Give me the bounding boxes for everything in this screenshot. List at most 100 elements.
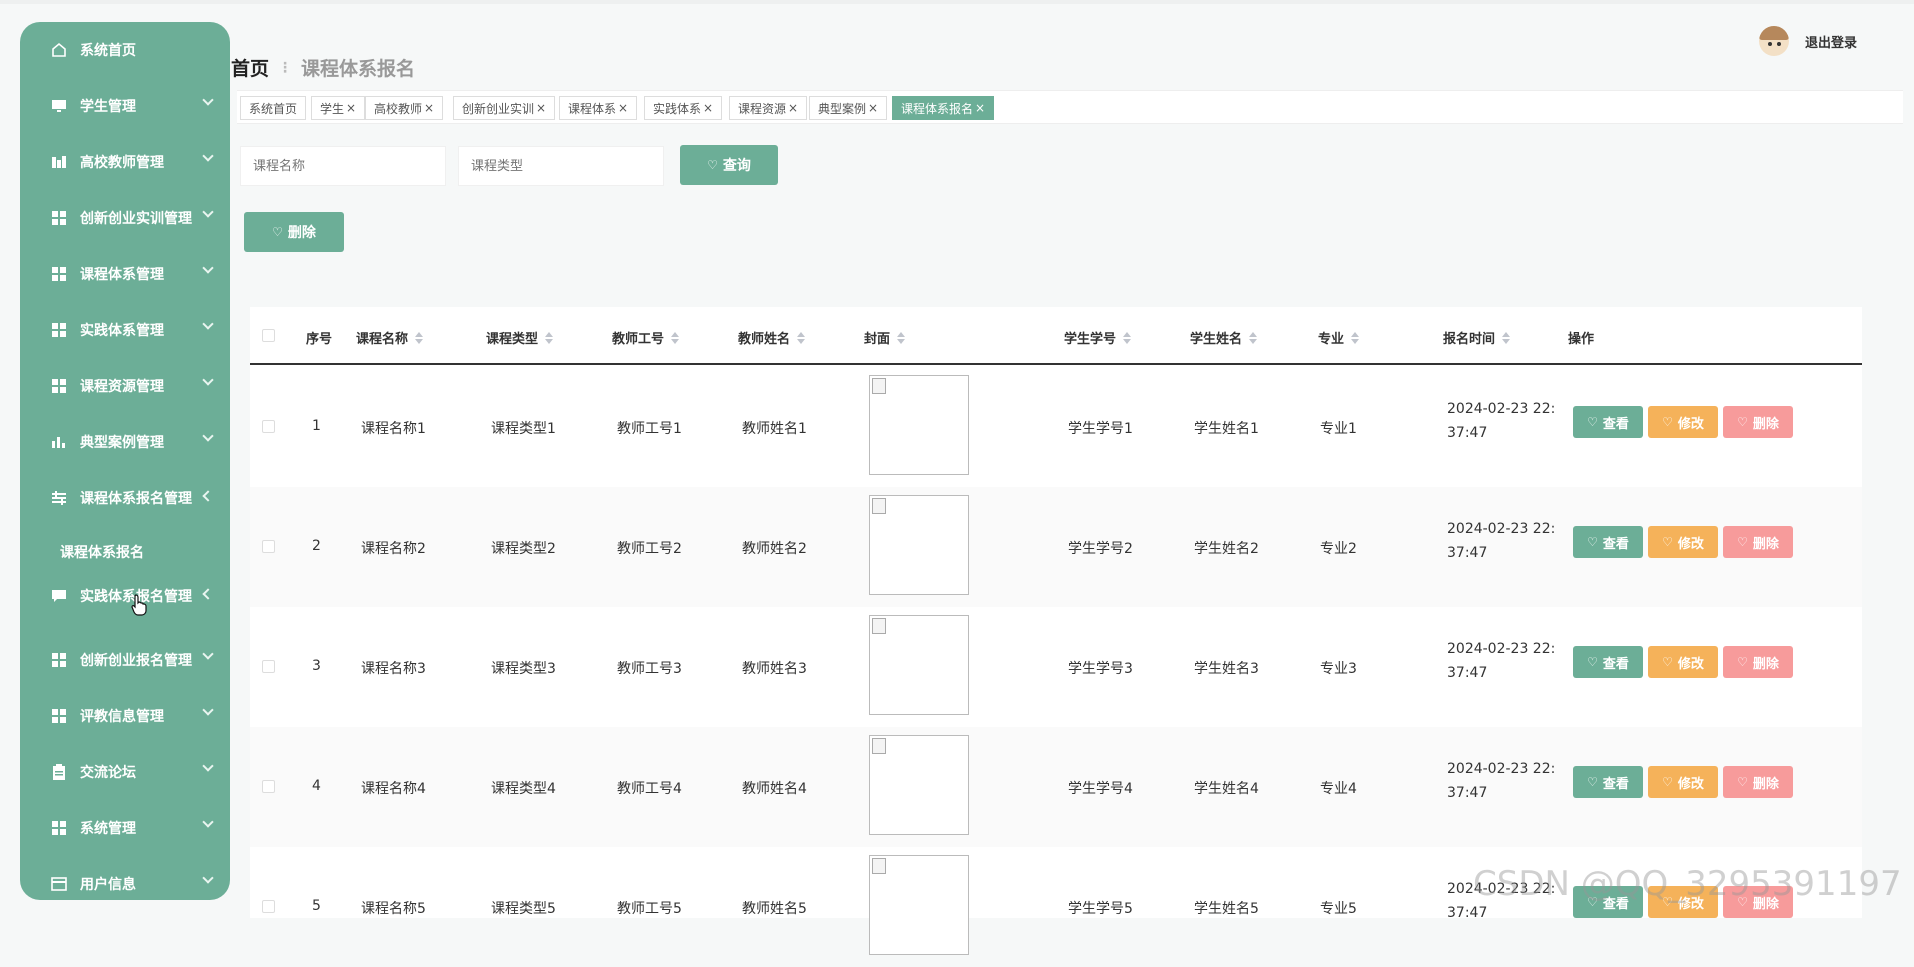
edit-button[interactable]: ♡ 修改 xyxy=(1648,646,1718,678)
chevron-down-icon xyxy=(202,430,214,442)
view-button[interactable]: ♡ 查看 xyxy=(1573,766,1643,798)
close-icon[interactable]: × xyxy=(536,101,546,115)
header-student-name[interactable]: 学生姓名 xyxy=(1190,328,1258,347)
view-button[interactable]: ♡ 查看 xyxy=(1573,646,1643,678)
tab-course-signup[interactable]: 课程体系报名 × xyxy=(892,96,995,120)
query-button[interactable]: ♡ 查询 xyxy=(680,145,778,185)
sort-icon[interactable] xyxy=(1249,331,1258,344)
sort-icon[interactable] xyxy=(545,331,554,344)
close-icon[interactable]: × xyxy=(346,101,356,115)
header-teacher-name[interactable]: 教师姓名 xyxy=(738,328,806,347)
close-icon[interactable]: × xyxy=(424,101,434,115)
course-name-input[interactable] xyxy=(240,146,446,186)
sort-icon[interactable] xyxy=(671,331,680,344)
close-icon[interactable]: × xyxy=(703,101,713,115)
header-signup-time[interactable]: 报名时间 xyxy=(1443,328,1511,347)
close-icon[interactable]: × xyxy=(788,101,798,115)
header-course-name[interactable]: 课程名称 xyxy=(356,328,424,347)
breadcrumb-home[interactable]: 首页 xyxy=(231,54,269,81)
avatar[interactable] xyxy=(1759,26,1789,56)
grid-icon xyxy=(50,209,68,227)
sidebar-item-innovation-training[interactable]: 创新创业实训管理 xyxy=(20,190,230,246)
course-type-input[interactable] xyxy=(458,146,664,186)
sort-icon[interactable] xyxy=(1123,331,1132,344)
hand-cursor-icon xyxy=(131,594,147,616)
time-line: 37:47 xyxy=(1447,545,1488,561)
sidebar-item-typical-case[interactable]: 典型案例管理 xyxy=(20,414,230,470)
sidebar-item-student[interactable]: 学生管理 xyxy=(20,78,230,134)
sidebar-item-forum[interactable]: 交流论坛 xyxy=(20,744,230,800)
select-all-checkbox[interactable] xyxy=(262,329,275,342)
tab-innovation-training[interactable]: 创新创业实训 × xyxy=(453,96,556,120)
sidebar-item-evaluation[interactable]: 评教信息管理 xyxy=(20,688,230,744)
view-button[interactable]: ♡ 查看 xyxy=(1573,526,1643,558)
row-checkbox[interactable] xyxy=(262,660,275,673)
sort-icon[interactable] xyxy=(1351,331,1360,344)
sort-icon[interactable] xyxy=(797,331,806,344)
close-icon[interactable]: × xyxy=(975,101,985,115)
sidebar-item-user-info[interactable]: 用户信息 xyxy=(20,856,230,900)
close-icon[interactable]: × xyxy=(618,101,628,115)
cell-course-name: 课程名称2 xyxy=(361,541,426,557)
header-teacher-id[interactable]: 教师工号 xyxy=(612,328,680,347)
header-cover[interactable]: 封面 xyxy=(864,328,906,347)
delete-button[interactable]: ♡ 删除 xyxy=(1723,406,1793,438)
tab-student[interactable]: 学生 × xyxy=(311,96,366,120)
batch-delete-button[interactable]: ♡ 删除 xyxy=(244,212,344,252)
sort-icon[interactable] xyxy=(897,331,906,344)
time-line: 37:47 xyxy=(1447,785,1488,801)
delete-button[interactable]: ♡ 删除 xyxy=(1723,646,1793,678)
grid-icon xyxy=(50,321,68,339)
header-student-id[interactable]: 学生学号 xyxy=(1064,328,1132,347)
tab-practice-system[interactable]: 实践体系 × xyxy=(644,96,723,120)
tab-label: 高校教师 xyxy=(374,101,423,116)
sidebar-item-teacher[interactable]: 高校教师管理 xyxy=(20,134,230,190)
sidebar-item-course-system[interactable]: 课程体系管理 xyxy=(20,246,230,302)
row-checkbox[interactable] xyxy=(262,900,275,913)
cell-course-name: 课程名称1 xyxy=(361,421,426,437)
sidebar-item-label: 用户信息 xyxy=(80,877,136,893)
row-checkbox[interactable] xyxy=(262,780,275,793)
sidebar-item-practice-signup[interactable]: 实践体系报名管理 xyxy=(20,568,230,624)
cell-index: 2 xyxy=(312,538,321,554)
logout-button[interactable]: 退出登录 xyxy=(1805,32,1857,51)
cell-signup-time: 2024-02-23 22: 37:47 xyxy=(1447,397,1557,445)
view-button[interactable]: ♡ 查看 xyxy=(1573,406,1643,438)
cell-course-type: 课程类型3 xyxy=(491,661,556,677)
delete-button[interactable]: ♡ 删除 xyxy=(1723,526,1793,558)
row-checkbox[interactable] xyxy=(262,420,275,433)
sort-icon[interactable] xyxy=(415,331,424,344)
cell-major: 专业1 xyxy=(1320,421,1357,437)
chevron-down-icon xyxy=(202,816,214,828)
view-label: 查看 xyxy=(1602,656,1629,672)
tab-teacher[interactable]: 高校教师 × xyxy=(365,96,444,120)
sidebar-item-label: 创新创业报名管理 xyxy=(80,653,192,669)
sidebar-item-course-resource[interactable]: 课程资源管理 xyxy=(20,358,230,414)
tab-course-resource[interactable]: 课程资源 × xyxy=(729,96,808,120)
chevron-down-icon xyxy=(202,206,214,218)
sidebar-item-home[interactable]: 系统首页 xyxy=(20,22,230,78)
sidebar-item-innovation-signup[interactable]: 创新创业报名管理 xyxy=(20,632,230,688)
tab-home[interactable]: 系统首页 xyxy=(240,96,307,120)
sidebar: 系统首页 学生管理 高校教师管理 创新创业实训管理 课程体系管理 实践体系管理 … xyxy=(20,22,230,900)
header-major[interactable]: 专业 xyxy=(1318,328,1360,347)
cell-course-name: 课程名称3 xyxy=(361,661,426,677)
edit-label: 修改 xyxy=(1677,776,1704,792)
delete-label: 删除 xyxy=(1752,416,1779,432)
row-checkbox[interactable] xyxy=(262,540,275,553)
submenu-item-course-signup[interactable]: 课程体系报名 xyxy=(60,542,144,562)
sidebar-item-course-signup[interactable]: 课程体系报名管理 xyxy=(20,470,230,526)
edit-button[interactable]: ♡ 修改 xyxy=(1648,766,1718,798)
close-icon[interactable]: × xyxy=(868,101,878,115)
sidebar-item-system[interactable]: 系统管理 xyxy=(20,800,230,856)
edit-button[interactable]: ♡ 修改 xyxy=(1648,406,1718,438)
delete-button[interactable]: ♡ 删除 xyxy=(1723,766,1793,798)
edit-button[interactable]: ♡ 修改 xyxy=(1648,526,1718,558)
chevron-left-icon xyxy=(202,490,214,502)
sort-icon[interactable] xyxy=(1502,331,1511,344)
sidebar-item-practice-system[interactable]: 实践体系管理 xyxy=(20,302,230,358)
tab-typical-case[interactable]: 典型案例 × xyxy=(809,96,888,120)
header-course-type[interactable]: 课程类型 xyxy=(486,328,554,347)
time-line: 2024-02-23 22: xyxy=(1447,761,1556,777)
tab-course-system[interactable]: 课程体系 × xyxy=(559,96,638,120)
